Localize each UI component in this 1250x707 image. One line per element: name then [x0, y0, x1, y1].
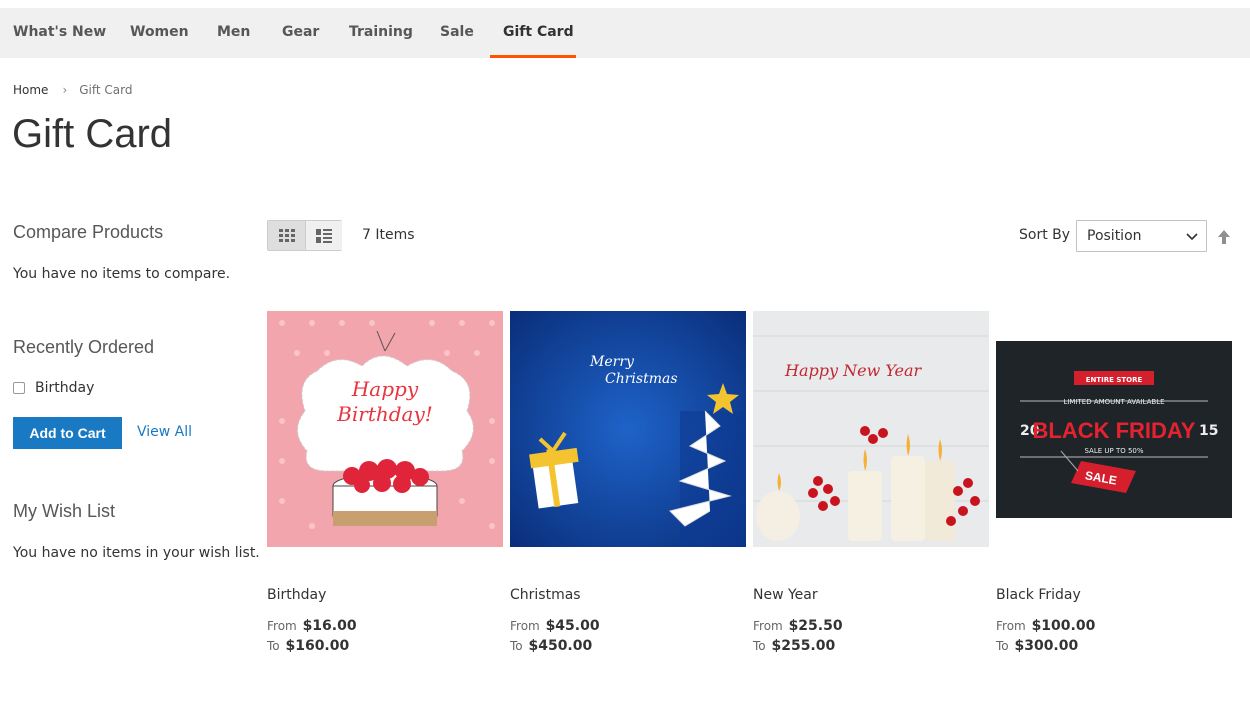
price-to-christmas: To $450.00: [510, 638, 592, 654]
active-nav-indicator: [490, 55, 576, 58]
nav-item-training[interactable]: Training: [349, 8, 413, 58]
nav-item-men[interactable]: Men: [217, 8, 250, 58]
view-all-link[interactable]: View All: [137, 424, 192, 440]
new-year-card-image: Happy New Year: [753, 311, 989, 547]
product-name-christmas[interactable]: Christmas: [510, 587, 581, 603]
price-from-label: From: [510, 619, 540, 633]
page-title: Gift Card: [12, 112, 173, 156]
price-to-birthday: To $160.00: [267, 638, 349, 654]
view-mode-switcher: [267, 220, 342, 251]
list-view-button[interactable]: [305, 221, 342, 250]
breadcrumb-current: Gift Card: [79, 83, 133, 97]
price-from-birthday: From $16.00: [267, 618, 357, 634]
price-from-label: From: [996, 619, 1026, 633]
top-strip: [0, 0, 1250, 8]
recently-ordered-item-label: Birthday: [35, 380, 95, 396]
items-count: 7 Items: [362, 227, 415, 243]
birthday-image-text-1: Happy: [351, 377, 419, 401]
price-to-value: $160.00: [285, 638, 350, 654]
breadcrumb: Home › Gift Card: [13, 83, 133, 97]
nav-item-sale[interactable]: Sale: [440, 8, 474, 58]
chevron-down-icon: [1186, 233, 1198, 241]
recently-ordered-title: Recently Ordered: [13, 337, 155, 357]
black-friday-image-text-limited: LIMITED AMOUNT AVAILABLE: [1063, 398, 1164, 406]
black-friday-image-text-entire-store: ENTIRE STORE: [1086, 376, 1143, 384]
grid-view-button[interactable]: [268, 221, 305, 250]
price-from-value: $100.00: [1031, 618, 1096, 634]
black-friday-image-text-title: BLACK FRIDAY: [1033, 418, 1196, 443]
birthday-card-image: Happy Birthday!: [267, 311, 503, 547]
sort-by-label: Sort By: [1019, 227, 1071, 243]
main-navigation: What's New Women Men Gear Training Sale …: [0, 8, 1250, 58]
birthday-image-text-2: Birthday!: [336, 402, 433, 426]
new-year-image-text: Happy New Year: [784, 361, 923, 380]
product-image-birthday[interactable]: Happy Birthday!: [267, 311, 503, 547]
price-from-christmas: From $45.00: [510, 618, 600, 634]
price-to-value: $450.00: [528, 638, 593, 654]
product-name-black-friday[interactable]: Black Friday: [996, 587, 1081, 603]
nav-item-whats-new[interactable]: What's New: [13, 8, 106, 58]
nav-item-gear[interactable]: Gear: [282, 8, 319, 58]
christmas-card-image: Merry Christmas: [510, 311, 746, 547]
price-from-label: From: [267, 619, 297, 633]
sort-by-select[interactable]: Position: [1076, 220, 1207, 252]
product-name-birthday[interactable]: Birthday: [267, 587, 326, 603]
price-from-value: $16.00: [302, 618, 357, 634]
wishlist-title: My Wish List: [13, 501, 116, 521]
product-image-new-year[interactable]: Happy New Year: [753, 311, 989, 547]
price-from-new-year: From $25.50: [753, 618, 843, 634]
price-from-label: From: [753, 619, 783, 633]
price-to-new-year: To $255.00: [753, 638, 835, 654]
nav-item-women[interactable]: Women: [130, 8, 189, 58]
black-friday-image-text-15: 15: [1199, 423, 1218, 439]
price-from-value: $45.00: [545, 618, 600, 634]
price-to-label: To: [510, 639, 523, 653]
product-image-black-friday[interactable]: ENTIRE STORE LIMITED AMOUNT AVAILABLE 20…: [996, 341, 1232, 518]
price-to-black-friday: To $300.00: [996, 638, 1078, 654]
breadcrumb-home[interactable]: Home: [13, 83, 48, 97]
product-name-new-year[interactable]: New Year: [753, 587, 818, 603]
price-from-value: $25.50: [788, 618, 843, 634]
christmas-image-text-1: Merry: [589, 354, 635, 370]
recently-ordered-checkbox[interactable]: [13, 382, 25, 394]
compare-empty-message: You have no items to compare.: [13, 266, 231, 282]
price-to-value: $255.00: [771, 638, 836, 654]
price-to-label: To: [267, 639, 280, 653]
price-to-label: To: [996, 639, 1009, 653]
nav-item-gift-card[interactable]: Gift Card: [503, 8, 574, 58]
price-from-black-friday: From $100.00: [996, 618, 1095, 634]
product-image-christmas[interactable]: Merry Christmas: [510, 311, 746, 547]
price-to-label: To: [753, 639, 766, 653]
compare-products-title: Compare Products: [13, 222, 164, 242]
sort-direction-arrow-icon[interactable]: [1216, 229, 1232, 245]
add-to-cart-button[interactable]: Add to Cart: [13, 417, 122, 449]
price-to-value: $300.00: [1014, 638, 1079, 654]
black-friday-card-image: ENTIRE STORE LIMITED AMOUNT AVAILABLE 20…: [996, 341, 1232, 518]
chevron-right-icon: ›: [62, 83, 68, 97]
list-icon: [316, 228, 332, 243]
christmas-image-text-2: Christmas: [605, 371, 678, 387]
grid-icon: [278, 228, 295, 242]
sort-by-value: Position: [1087, 228, 1142, 244]
wishlist-empty-message: You have no items in your wish list.: [13, 545, 260, 561]
black-friday-image-text-sale-up-to: SALE UP TO 50%: [1084, 447, 1143, 455]
